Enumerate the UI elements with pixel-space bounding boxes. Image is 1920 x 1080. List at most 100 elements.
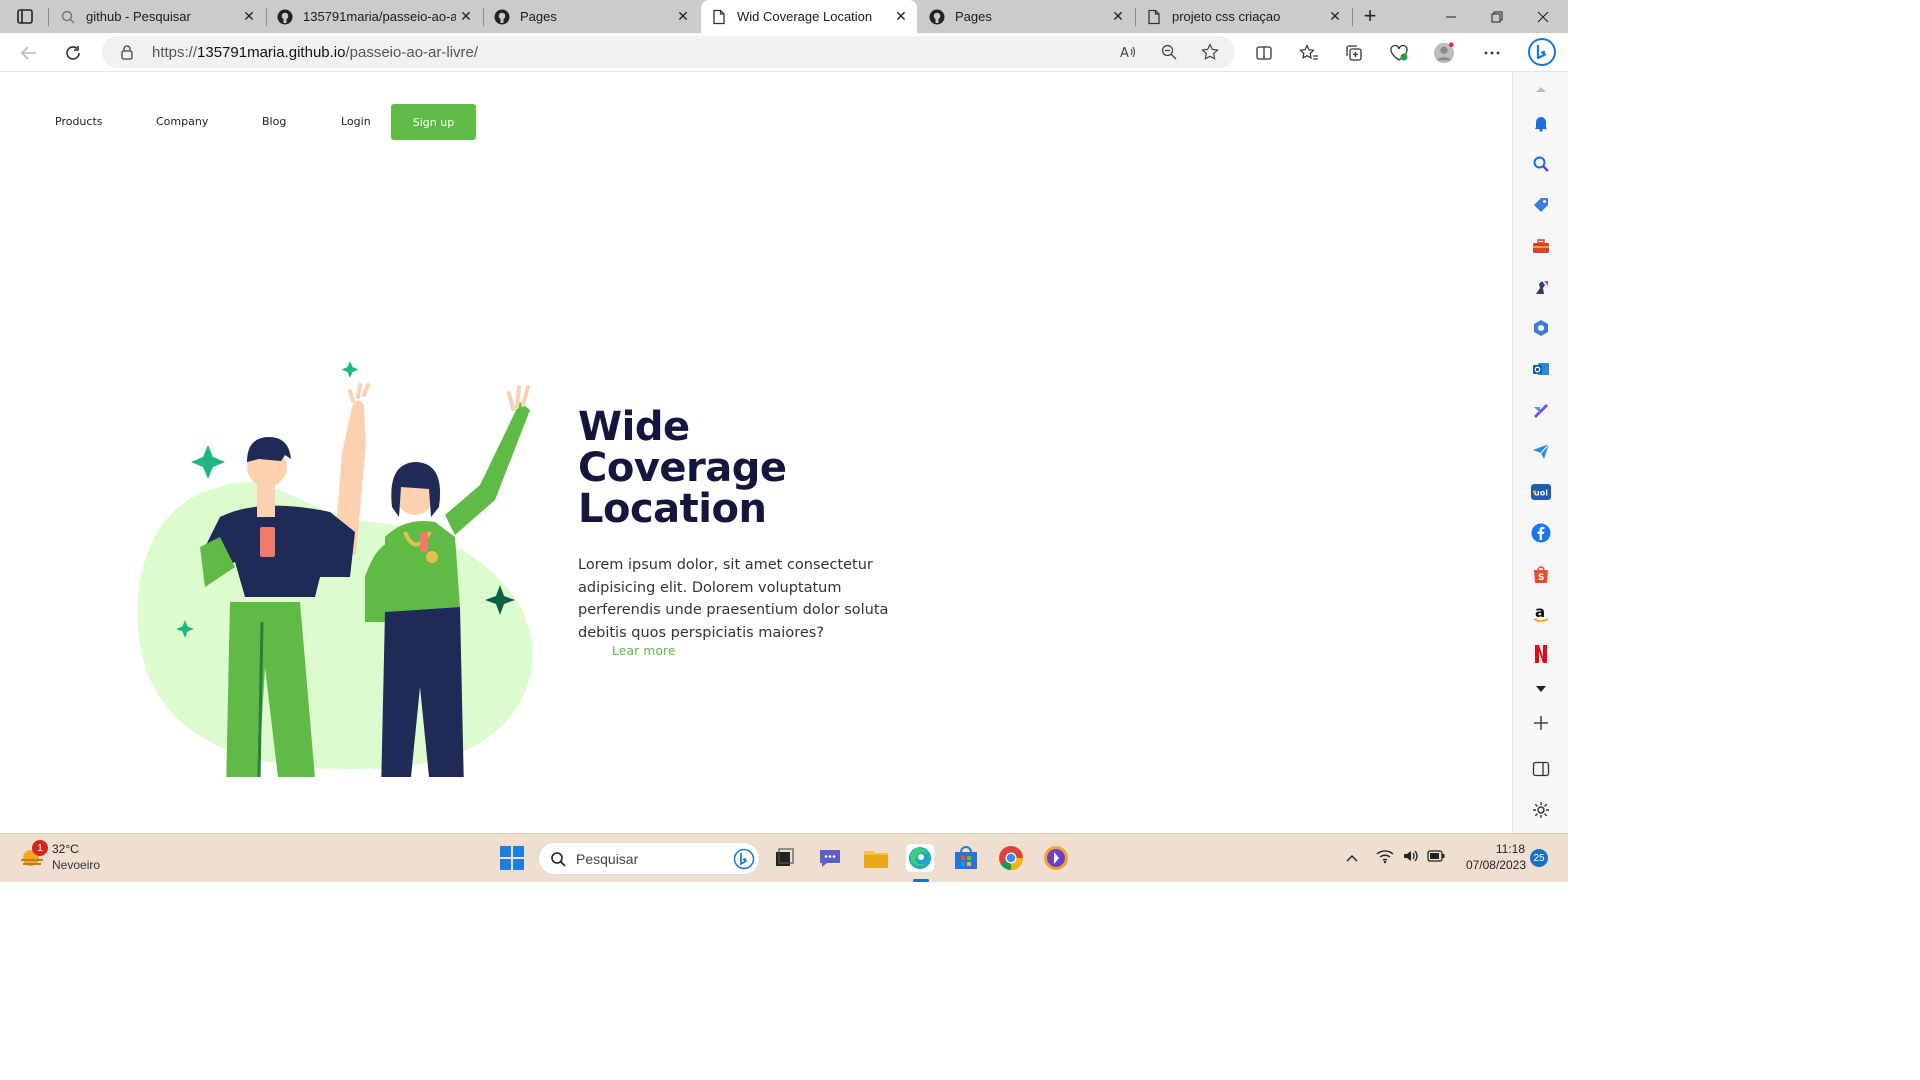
refresh-icon <box>66 46 80 60</box>
close-icon[interactable]: ✕ <box>456 8 476 25</box>
tab-actions-icon[interactable] <box>12 6 38 28</box>
bing-icon <box>733 848 755 875</box>
clock-date[interactable]: 07/08/2023 <box>1458 858 1526 872</box>
close-icon[interactable]: ✕ <box>891 8 911 25</box>
svg-text:A: A <box>1120 46 1129 61</box>
address-bar[interactable]: https://135791maria.github.io/passeio-ao… <box>102 36 1235 68</box>
tab-separator <box>48 8 49 26</box>
more-options-icon[interactable] <box>1481 42 1503 64</box>
nav-login[interactable]: Login <box>341 115 371 128</box>
tab-repo[interactable]: 135791maria/passeio-ao-ar ✕ <box>267 0 482 33</box>
tab-projeto-css[interactable]: projeto css criaçao ✕ <box>1136 0 1351 33</box>
browser-essentials-icon[interactable] <box>1388 42 1410 64</box>
tab-pages-2[interactable]: Pages ✕ <box>919 0 1134 33</box>
minimize-button[interactable] <box>1428 0 1474 33</box>
clock-time[interactable]: 11:18 <box>1491 842 1525 856</box>
lock-icon[interactable] <box>119 44 135 65</box>
minimize-icon <box>1446 16 1456 17</box>
uol-icon[interactable]: uol <box>1530 481 1552 503</box>
facebook-icon[interactable] <box>1530 522 1552 544</box>
microsoft-365-icon[interactable] <box>1530 317 1552 339</box>
close-icon[interactable]: ✕ <box>239 8 259 25</box>
tab-github-search[interactable]: github - Pesquisar ✕ <box>50 0 265 33</box>
outlook-icon[interactable] <box>1530 358 1552 380</box>
designer-icon[interactable] <box>1530 399 1552 421</box>
signup-button[interactable]: Sign up <box>391 104 476 140</box>
tab-pages[interactable]: Pages ✕ <box>484 0 699 33</box>
back-button[interactable] <box>18 42 40 64</box>
tab-wide-coverage[interactable]: Wid Coverage Location ✕ <box>701 0 917 33</box>
netflix-icon[interactable] <box>1530 643 1552 665</box>
profile-avatar-icon[interactable] <box>1433 42 1455 64</box>
web-page: Products Company Blog Login Sign up Wide… <box>0 72 1512 833</box>
read-aloud-icon[interactable]: A <box>1119 43 1137 66</box>
notification-count-badge[interactable]: 25 <box>1530 849 1548 867</box>
hero-title-line: Wide <box>578 404 690 450</box>
svg-text:a: a <box>1535 603 1545 621</box>
tab-separator <box>1352 8 1353 26</box>
nav-blog[interactable]: Blog <box>262 115 286 128</box>
learn-more-link[interactable]: Lear more <box>612 643 676 658</box>
games-icon[interactable] <box>1530 276 1552 298</box>
page-icon <box>711 9 727 25</box>
tab-label: Pages <box>520 9 557 24</box>
tab-label: projeto css criaçao <box>1172 9 1281 24</box>
weather-description[interactable]: Nevoeiro <box>52 858 100 872</box>
taskbar-search[interactable]: Pesquisar <box>538 842 760 875</box>
chrome-icon[interactable] <box>997 844 1025 872</box>
split-screen-icon[interactable] <box>1253 42 1275 64</box>
hero-title-line: Coverage <box>578 445 787 491</box>
weather-temperature[interactable]: 32°C <box>52 842 79 856</box>
file-explorer-icon[interactable] <box>862 844 890 872</box>
collections-icon[interactable] <box>1343 42 1365 64</box>
amazon-icon[interactable]: a <box>1530 602 1552 624</box>
add-icon[interactable] <box>1530 712 1552 734</box>
active-app-indicator <box>913 879 929 882</box>
refresh-button[interactable] <box>62 42 84 64</box>
hide-sidebar-icon[interactable] <box>1530 758 1552 780</box>
chevron-up-icon[interactable] <box>1345 850 1359 868</box>
hero-title: Wide Coverage Location <box>578 407 908 530</box>
restore-icon <box>1491 11 1503 22</box>
microsoft-store-icon[interactable] <box>952 844 980 872</box>
github-icon <box>277 9 293 25</box>
shopee-icon[interactable]: S <box>1530 563 1552 585</box>
send-plane-icon[interactable] <box>1530 440 1552 462</box>
close-icon[interactable]: ✕ <box>1325 8 1345 25</box>
favorites-icon[interactable] <box>1298 42 1320 64</box>
new-tab-button[interactable]: + <box>1358 4 1382 28</box>
app-shortcut-icon[interactable] <box>1042 844 1070 872</box>
bing-chat-icon[interactable] <box>1527 37 1557 67</box>
zoom-out-icon[interactable] <box>1160 43 1178 66</box>
bell-icon[interactable] <box>1530 112 1552 134</box>
task-view-icon[interactable] <box>770 844 798 872</box>
scroll-up-icon[interactable] <box>1530 78 1552 100</box>
page-icon <box>1146 9 1162 25</box>
favorite-star-icon[interactable] <box>1201 43 1219 66</box>
nav-products[interactable]: Products <box>55 115 103 128</box>
hero-description: Lorem ipsum dolor, sit amet consectetur … <box>578 557 889 641</box>
sparkle-star <box>341 361 359 378</box>
restore-button[interactable] <box>1474 0 1520 33</box>
search-icon[interactable] <box>1530 153 1552 175</box>
chevron-down-icon[interactable] <box>1530 678 1552 700</box>
volume-icon[interactable] <box>1402 848 1420 869</box>
edge-browser-icon[interactable] <box>906 844 934 872</box>
toolbox-icon[interactable] <box>1530 235 1552 257</box>
shopping-tag-icon[interactable] <box>1530 194 1552 216</box>
windows-start-icon[interactable] <box>498 844 526 872</box>
weather-alert-badge: 1 <box>32 840 48 856</box>
close-window-button[interactable] <box>1520 0 1566 33</box>
settings-gear-icon[interactable] <box>1530 799 1552 821</box>
close-icon[interactable]: ✕ <box>673 8 693 25</box>
url-text: https://135791maria.github.io/passeio-ao… <box>152 44 478 61</box>
battery-icon[interactable] <box>1427 849 1445 868</box>
search-icon <box>60 9 76 25</box>
teams-chat-icon[interactable] <box>816 844 844 872</box>
tab-label: github - Pesquisar <box>86 9 191 24</box>
close-icon[interactable]: ✕ <box>1108 8 1128 25</box>
nav-company[interactable]: Company <box>156 115 208 128</box>
hero-illustration <box>137 361 533 777</box>
browser-toolbar: https://135791maria.github.io/passeio-ao… <box>0 33 1568 72</box>
wifi-icon[interactable] <box>1376 848 1394 869</box>
